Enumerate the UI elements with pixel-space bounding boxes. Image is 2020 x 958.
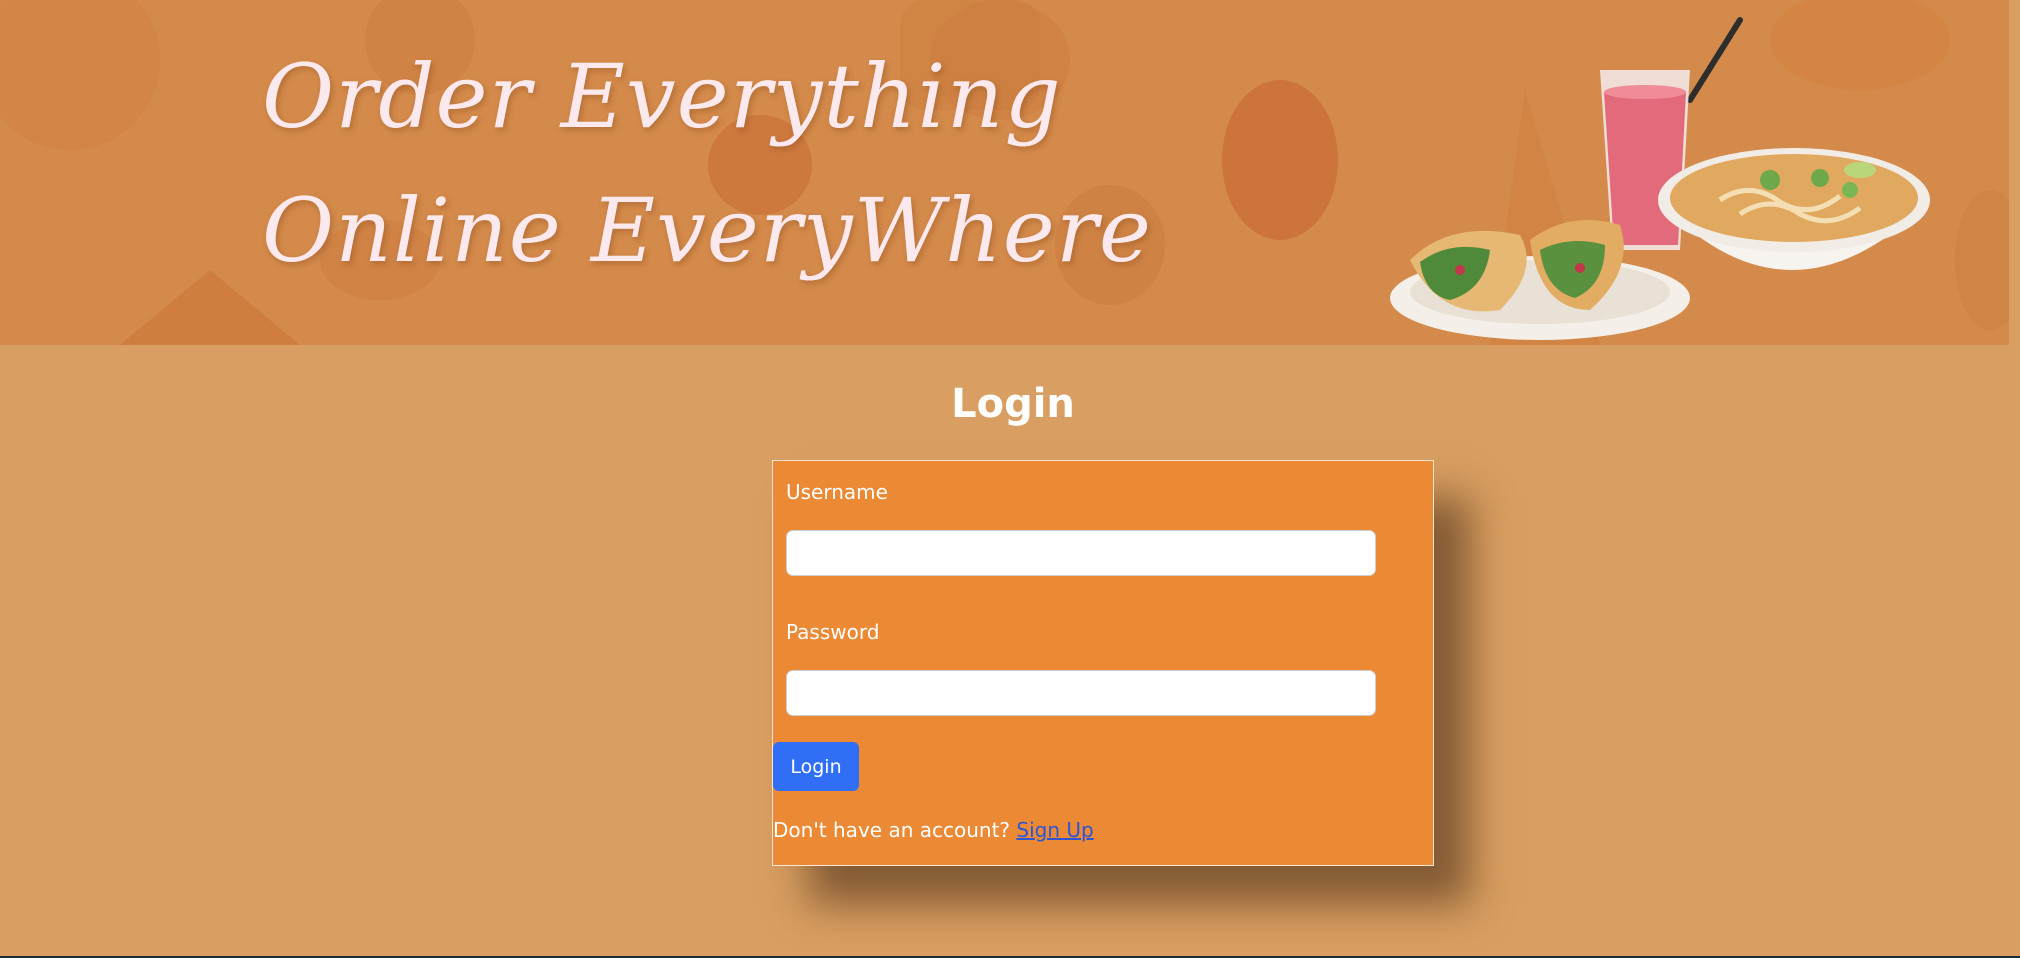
login-button[interactable]: Login bbox=[773, 742, 859, 791]
signup-link[interactable]: Sign Up bbox=[1016, 818, 1093, 842]
page-title: Login bbox=[951, 381, 1075, 427]
password-label: Password bbox=[786, 620, 880, 644]
password-input[interactable] bbox=[786, 670, 1376, 716]
food-illustration bbox=[1390, 17, 1930, 340]
noodle-bowl-icon bbox=[1658, 148, 1930, 270]
banner-headline-line2: Online EveryWhere bbox=[262, 179, 1152, 282]
banner-headline-line1: Order Everything bbox=[262, 45, 1062, 148]
username-input[interactable] bbox=[786, 530, 1376, 576]
hero-banner: Order Everything Online EveryWhere bbox=[0, 0, 2009, 345]
login-form: Username Password Login Don't have an ac… bbox=[772, 460, 1434, 866]
username-label: Username bbox=[786, 480, 888, 504]
banner-headline: Order Everything Online EveryWhere bbox=[262, 30, 1152, 298]
signup-prompt: Don't have an account? bbox=[773, 818, 1011, 842]
signup-prompt-line: Don't have an account? Sign Up bbox=[773, 817, 1094, 843]
